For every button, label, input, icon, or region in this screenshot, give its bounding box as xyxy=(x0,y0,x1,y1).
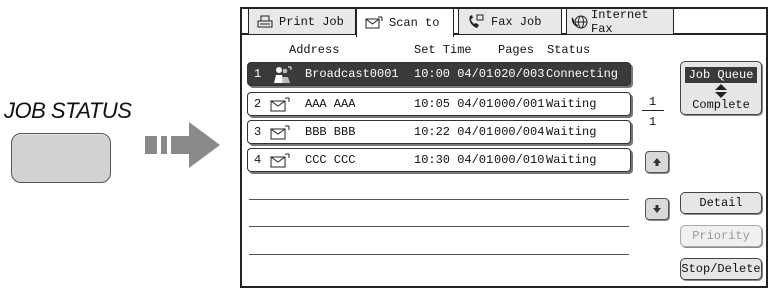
col-pages: Pages xyxy=(498,43,535,57)
job-set-time: 10:00 04/01 xyxy=(414,67,494,81)
job-number: 4 xyxy=(254,153,262,167)
tab-fax-job[interactable]: Fax Job xyxy=(458,9,562,35)
tab-internet-fax[interactable]: Internet Fax xyxy=(566,7,674,36)
job-address: BBB BBB xyxy=(305,125,356,139)
arrow-down-icon xyxy=(653,205,661,213)
job-queue-complete-toggle[interactable]: Job Queue Complete xyxy=(680,61,762,115)
page-divider xyxy=(642,110,664,111)
tab-label: Print Job xyxy=(279,14,344,29)
job-row[interactable]: 4 CCC CCC 10:30 04/01 000/010 Waiting xyxy=(247,148,631,172)
col-set-time: Set Time xyxy=(414,43,472,57)
job-status: Waiting xyxy=(546,97,597,111)
tab-label: Fax Job xyxy=(491,14,542,29)
job-address: AAA AAA xyxy=(305,97,356,111)
job-set-time: 10:05 04/01 xyxy=(414,97,494,111)
page-current: 1 xyxy=(649,95,657,109)
empty-row-divider xyxy=(249,199,629,200)
globe-phone-icon xyxy=(571,15,588,28)
arrow-up-icon xyxy=(653,158,661,166)
job-status-key-label: JOB STATUS xyxy=(4,98,132,123)
broadcast-icon xyxy=(274,66,292,83)
column-headers: Address Set Time Pages Status xyxy=(242,43,766,59)
job-queue-option[interactable]: Job Queue xyxy=(685,67,757,83)
job-number: 3 xyxy=(254,125,262,139)
job-row[interactable]: 2 AAA AAA 10:05 04/01 000/001 Waiting xyxy=(247,92,631,116)
scroll-down-button[interactable] xyxy=(645,198,669,220)
job-row[interactable]: 1 Broadcast0001 10:00 04/01 020/003 Conn… xyxy=(247,62,631,86)
job-row[interactable]: 3 BBB BBB 10:22 04/01 000/004 Waiting xyxy=(247,120,631,144)
job-set-time: 10:22 04/01 xyxy=(414,125,494,139)
envelope-icon xyxy=(270,153,290,168)
job-pages: 000/010 xyxy=(494,153,545,167)
tab-label: Scan to xyxy=(389,16,440,30)
stop-delete-button[interactable]: Stop/Delete xyxy=(680,258,762,280)
empty-row-divider xyxy=(249,226,629,227)
job-number: 2 xyxy=(254,97,262,111)
tab-print-job[interactable]: Print Job xyxy=(248,9,356,35)
job-pages: 000/004 xyxy=(494,125,545,139)
job-pages: 020/003 xyxy=(494,67,545,81)
job-set-time: 10:30 04/01 xyxy=(414,153,494,167)
col-status: Status xyxy=(547,43,591,57)
job-address: Broadcast0001 xyxy=(305,67,399,81)
scroll-up-button[interactable] xyxy=(645,151,669,173)
toggle-arrows-icon xyxy=(715,84,727,98)
tab-bar: Print Job Scan to Fax Job Internet Fax xyxy=(242,7,766,37)
arrow-right-icon xyxy=(145,122,220,168)
job-status-panel: Print Job Scan to Fax Job Internet Fax A… xyxy=(240,7,768,288)
envelope-icon xyxy=(270,97,290,112)
col-address: Address xyxy=(289,43,340,57)
job-status: Connecting xyxy=(546,67,619,81)
complete-option[interactable]: Complete xyxy=(681,98,761,112)
tab-scan-to[interactable]: Scan to xyxy=(356,9,454,37)
envelope-icon xyxy=(270,125,290,140)
priority-button[interactable]: Priority xyxy=(680,225,762,247)
job-status-key[interactable] xyxy=(11,133,111,183)
printer-icon xyxy=(257,15,273,27)
page-total: 1 xyxy=(649,115,657,129)
job-pages: 000/001 xyxy=(494,97,545,111)
empty-row-divider xyxy=(249,254,629,255)
job-number: 1 xyxy=(254,67,262,81)
scan-envelope-icon xyxy=(365,16,383,29)
job-status: Waiting xyxy=(546,125,597,139)
job-status: Waiting xyxy=(546,153,597,167)
tab-label: Internet Fax xyxy=(591,7,649,36)
detail-button[interactable]: Detail xyxy=(680,192,762,214)
fax-phone-icon xyxy=(469,14,484,28)
job-address: CCC CCC xyxy=(305,153,356,167)
